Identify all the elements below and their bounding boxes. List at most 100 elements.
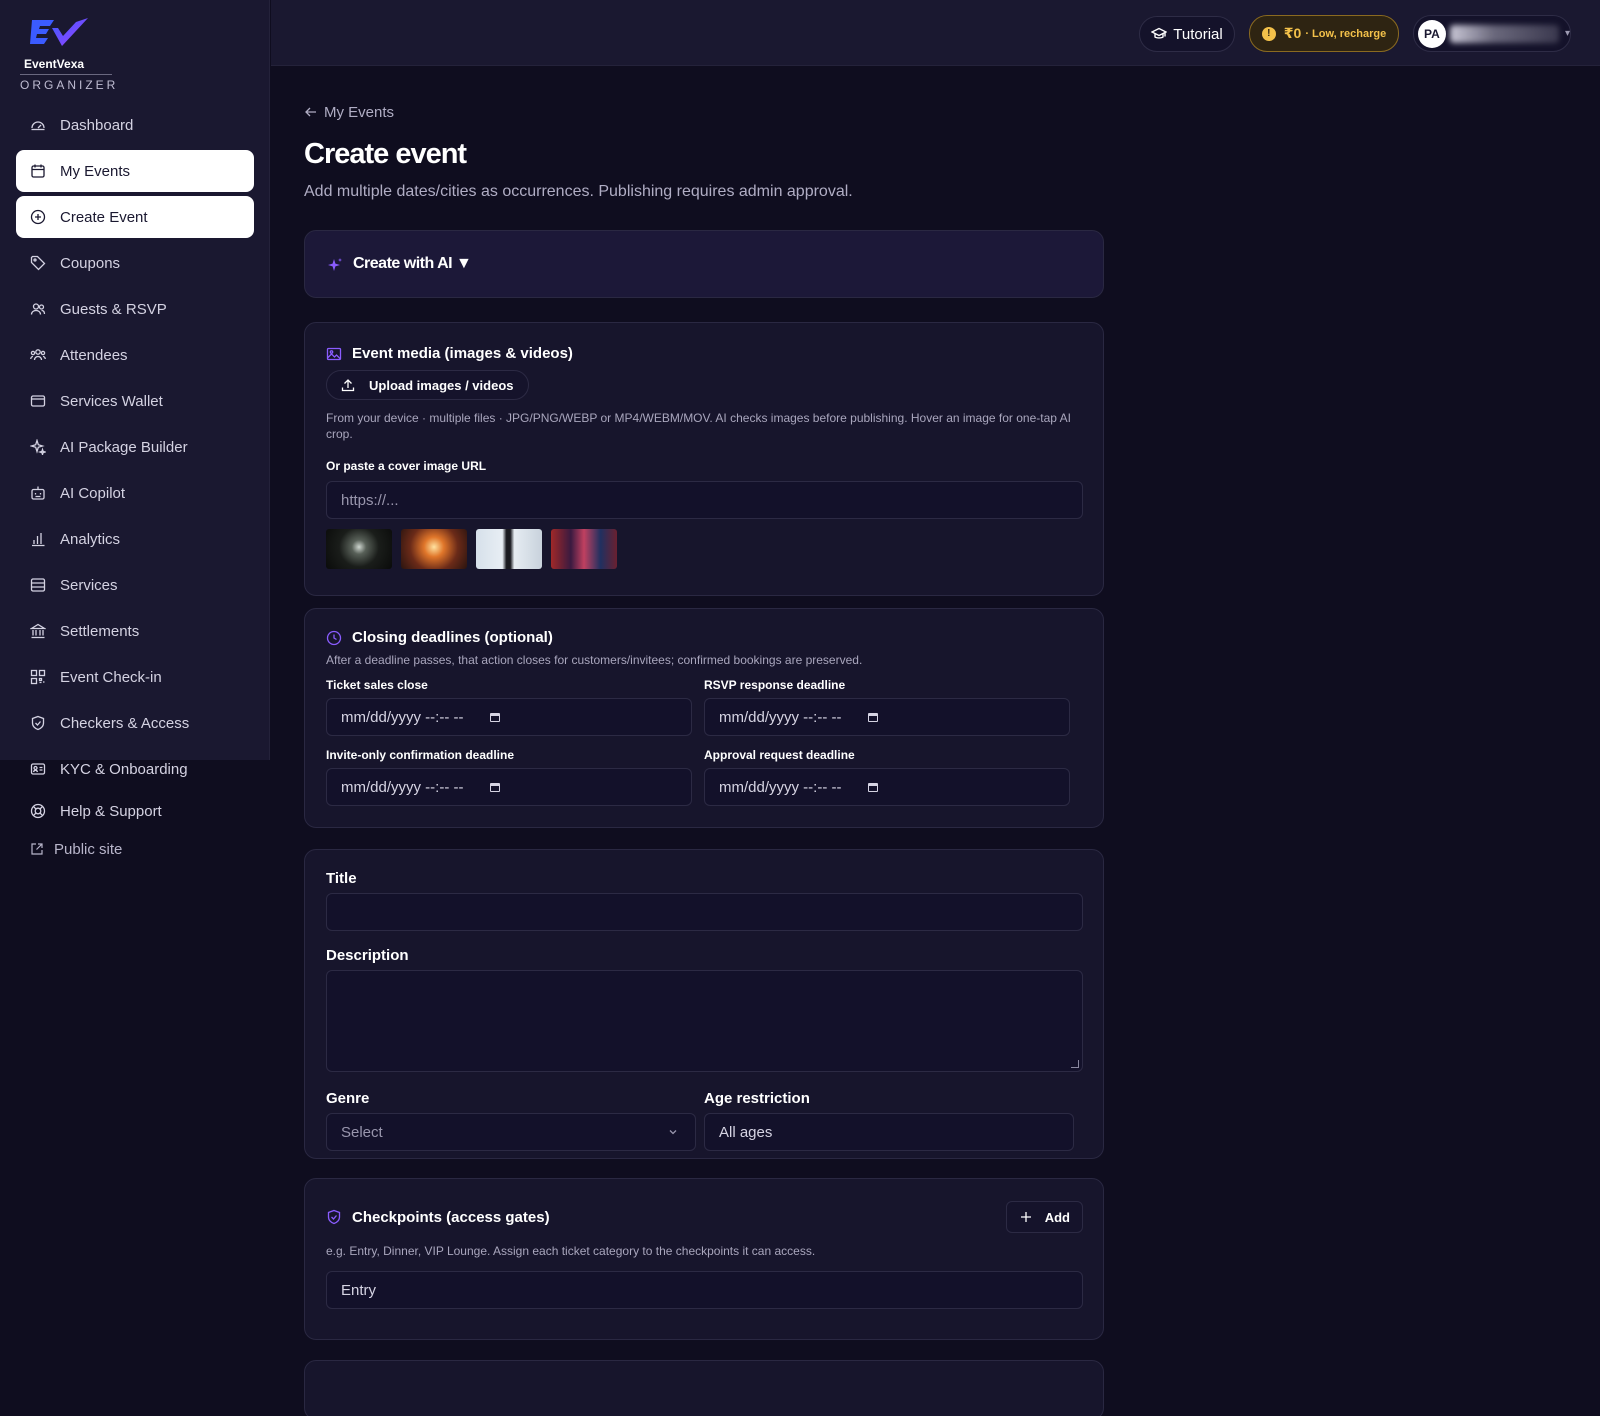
closing-deadlines-heading-text: Closing deadlines (optional) [352,629,553,646]
sidebar-item-analytics[interactable]: Analytics [16,518,254,560]
lifebuoy-icon [30,803,46,819]
plus-circle-icon [30,209,46,225]
date-placeholder: mm/dd/yyyy --:-- -- [719,708,842,726]
sidebar-item-label: Coupons [60,254,121,272]
event-media-section: Event media (images & videos) Upload ima… [304,322,1104,596]
approval-request-deadline-field: Approval request deadline mm/dd/yyyy --:… [704,748,1070,806]
image-icon [326,346,342,362]
media-thumbnails [326,529,1083,569]
title-input[interactable] [326,893,1083,931]
sidebar-item-label: Guests & RSVP [60,300,167,318]
chevron-down-icon [667,1126,679,1138]
sidebar-item-create-event[interactable]: Create Event [16,196,254,238]
closing-deadlines-section: Closing deadlines (optional) After a dea… [304,608,1104,828]
genre-label: Genre [326,1090,370,1107]
description-textarea[interactable] [326,970,1083,1072]
sparkle-icon [327,257,343,273]
logo-divider [20,74,112,75]
cover-url-placeholder: https://... [341,491,399,509]
user-menu-button[interactable]: PA ▾ [1413,15,1571,52]
brand-logo[interactable]: EventVexa ORGANIZER [20,16,116,92]
sidebar-item-services-wallet[interactable]: Services Wallet [16,380,254,422]
calendar-icon[interactable] [489,711,501,723]
date-placeholder: mm/dd/yyyy --:-- -- [341,778,464,796]
calendar-icon[interactable] [489,781,501,793]
bot-icon [30,485,46,501]
ticket-sales-close-input[interactable]: mm/dd/yyyy --:-- -- [326,698,692,736]
back-to-my-events-link[interactable]: My Events [304,100,1104,124]
age-restriction-label: Age restriction [704,1090,810,1107]
closing-deadlines-heading: Closing deadlines (optional) [326,629,1083,646]
sidebar-item-label: AI Copilot [60,484,126,502]
date-placeholder: mm/dd/yyyy --:-- -- [341,708,464,726]
sidebar-item-label: AI Package Builder [60,438,188,456]
sidebar-item-label: Dashboard [60,116,134,134]
sidebar-item-event-check-in[interactable]: Event Check-in [16,656,254,698]
genre-select[interactable]: Select [326,1113,696,1151]
sidebar-item-ai-copilot[interactable]: AI Copilot [16,472,254,514]
wallet-icon [30,393,46,409]
create-with-ai-label: Create with AI ▼ [353,255,472,272]
sidebar-item-label: Checkers & Access [60,714,190,732]
sidebar-item-my-events[interactable]: My Events [16,150,254,192]
public-site-link[interactable]: Public site [16,836,254,862]
cover-url-input[interactable]: https://... [326,481,1083,519]
brand-subtitle: ORGANIZER [20,78,119,92]
date-placeholder: mm/dd/yyyy --:-- -- [719,778,842,796]
avatar: PA [1418,19,1446,48]
sidebar-item-services[interactable]: Services [16,564,254,606]
sidebar-item-ai-package-builder[interactable]: AI Package Builder [16,426,254,468]
checkpoints-header: Checkpoints (access gates) Add [326,1201,1083,1233]
resize-handle[interactable] [1071,1060,1079,1068]
checkpoints-heading-text: Checkpoints (access gates) [352,1208,550,1226]
add-checkpoint-button[interactable]: Add [1005,1201,1083,1233]
rsvp-deadline-input[interactable]: mm/dd/yyyy --:-- -- [704,698,1070,736]
cover-url-label: Or paste a cover image URL [326,459,487,473]
genre-field: Genre Select [326,1090,696,1151]
age-restriction-input[interactable]: All ages [704,1113,1074,1151]
shield-check-icon [326,1209,342,1225]
deadlines-hint: After a deadline passes, that action clo… [326,653,863,667]
alert-icon: ! [1261,26,1276,41]
sidebar-item-guests-rsvp[interactable]: Guests & RSVP [16,288,254,330]
sidebar-item-kyc-onboarding[interactable]: KYC & Onboarding [16,748,254,790]
sidebar-item-help-support[interactable]: Help & Support [16,790,254,832]
wallet-note: · Low, recharge [1305,27,1387,40]
wallet-balance-button[interactable]: ! ₹0 · Low, recharge [1249,15,1399,52]
users-icon [30,301,46,317]
clock-icon [326,630,342,646]
bar-chart-icon [30,531,46,547]
tag-icon [30,255,46,271]
top-bar: Tutorial ! ₹0 · Low, recharge PA ▾ [271,0,1600,66]
sidebar-item-label: Create Event [60,208,148,226]
media-thumbnail[interactable] [551,529,617,569]
invite-confirmation-deadline-input[interactable]: mm/dd/yyyy --:-- -- [326,768,692,806]
sidebar-item-checkers-access[interactable]: Checkers & Access [16,702,254,744]
sidebar-item-dashboard[interactable]: Dashboard [16,104,254,146]
sidebar-item-label: Services [60,576,118,594]
create-with-ai-toggle[interactable]: Create with AI ▼ [304,230,1104,298]
sidebar-item-attendees[interactable]: Attendees [16,334,254,376]
tutorial-button[interactable]: Tutorial [1139,16,1235,52]
approval-request-deadline-input[interactable]: mm/dd/yyyy --:-- -- [704,768,1070,806]
checkpoint-input[interactable]: Entry [326,1271,1083,1309]
sidebar-item-coupons[interactable]: Coupons [16,242,254,284]
media-thumbnail[interactable] [476,529,542,569]
media-thumbnail[interactable] [326,529,392,569]
sidebar-item-settlements[interactable]: Settlements [16,610,254,652]
calendar-icon[interactable] [867,781,879,793]
sidebar-item-label: Services Wallet [60,392,163,410]
sidebar-item-label: KYC & Onboarding [60,760,188,778]
event-media-heading: Event media (images & videos) [326,345,1083,362]
sidebar-item-label: Help & Support [60,802,162,820]
media-thumbnail[interactable] [401,529,467,569]
sidebar: EventVexa ORGANIZER Dashboard My Events … [0,0,270,778]
checkpoints-hint: e.g. Entry, Dinner, VIP Lounge. Assign e… [326,1244,816,1258]
upload-media-button[interactable]: Upload images / videos [326,370,529,400]
ticket-sales-close-field: Ticket sales close mm/dd/yyyy --:-- -- [326,678,692,736]
brand-name: EventVexa [24,57,85,71]
invite-confirmation-deadline-field: Invite-only confirmation deadline mm/dd/… [326,748,692,806]
deadline-fields: Ticket sales close mm/dd/yyyy --:-- -- R… [326,678,1083,818]
calendar-icon[interactable] [867,711,879,723]
sidebar-nav: Dashboard My Events Create Event Coupons… [16,104,254,794]
